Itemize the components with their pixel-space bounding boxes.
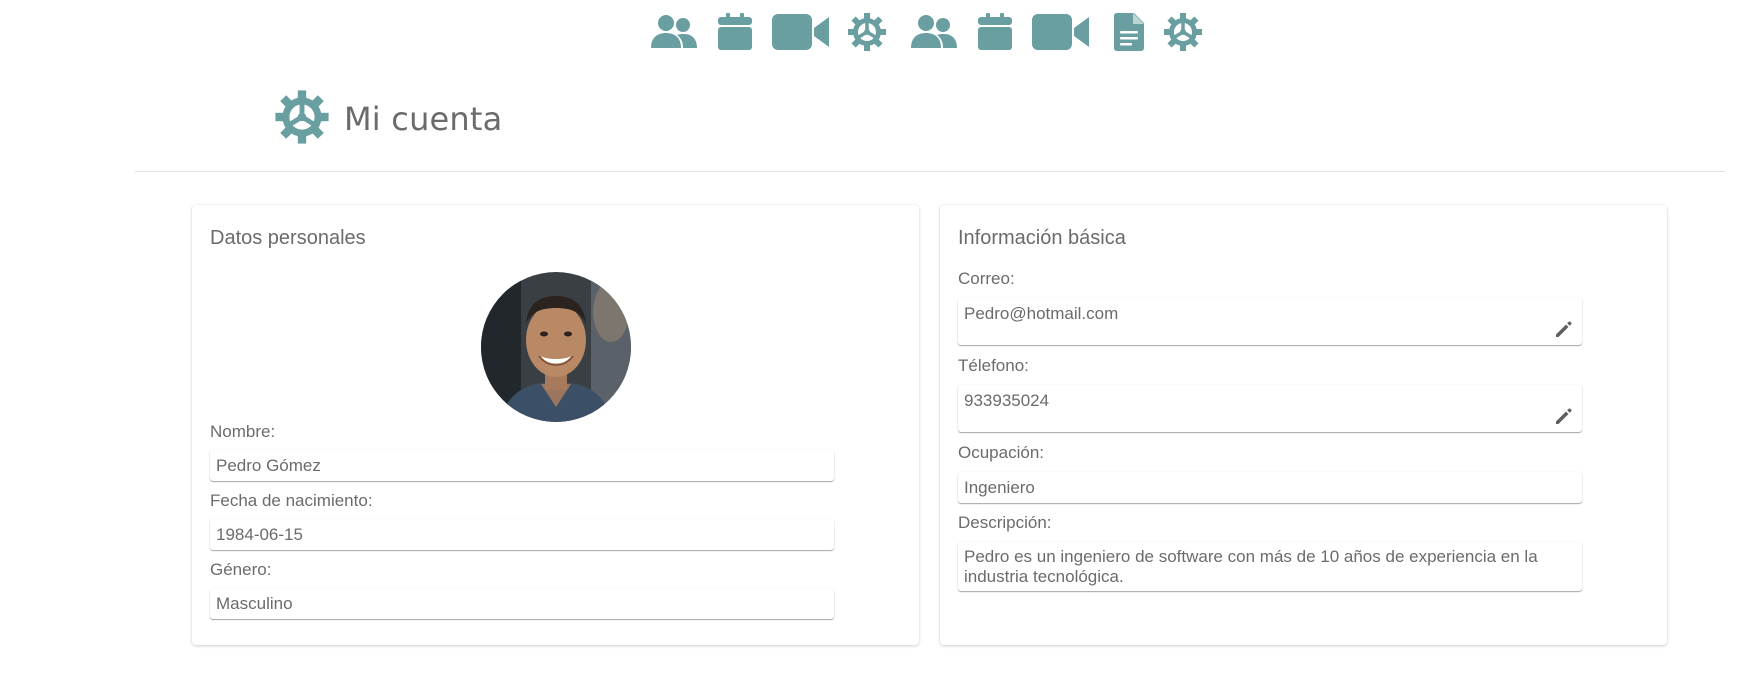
users-icon[interactable] <box>648 12 700 52</box>
basic-info-card: Información básica Correo: Pedro@hotmail… <box>940 205 1667 645</box>
description-value: Pedro es un ingeniero de software con má… <box>964 547 1538 586</box>
birthdate-label: Fecha de nacimiento: <box>210 491 373 510</box>
page-title: Mi cuenta <box>344 100 503 138</box>
top-nav <box>0 12 1764 52</box>
gender-value: Masculino <box>216 594 293 613</box>
gender-label: Género: <box>210 560 272 579</box>
gender-field[interactable]: Masculino <box>210 588 834 619</box>
birthdate-value: 1984-06-15 <box>216 525 303 544</box>
page-header: Mi cuenta <box>274 89 503 146</box>
gear-icon[interactable] <box>1162 12 1204 52</box>
birthdate-field[interactable]: 1984-06-15 <box>210 519 834 550</box>
phone-label: Télefono: <box>958 356 1029 375</box>
calendar-icon[interactable] <box>716 12 754 52</box>
name-value: Pedro Gómez <box>216 456 321 475</box>
email-label: Correo: <box>958 269 1015 288</box>
header-divider <box>135 171 1725 172</box>
email-field[interactable]: Pedro@hotmail.com <box>958 298 1582 345</box>
name-field[interactable]: Pedro Gómez <box>210 450 834 481</box>
avatar <box>481 272 631 422</box>
email-value: Pedro@hotmail.com <box>964 304 1119 323</box>
occupation-value: Ingeniero <box>964 478 1035 497</box>
occupation-field[interactable]: Ingeniero <box>958 472 1582 503</box>
personal-data-card: Datos personales Nombre: Pedro Gómez Fec… <box>192 205 919 645</box>
phone-value: 933935024 <box>964 391 1050 410</box>
name-label: Nombre: <box>210 422 276 441</box>
occupation-label: Ocupación: <box>958 443 1044 462</box>
pencil-icon[interactable] <box>1554 406 1574 426</box>
phone-field[interactable]: 933935024 <box>958 385 1582 432</box>
gear-icon[interactable] <box>846 12 888 52</box>
document-icon[interactable] <box>1112 12 1146 52</box>
description-field[interactable]: Pedro es un ingeniero de software con má… <box>958 542 1582 591</box>
calendar-icon[interactable] <box>976 12 1014 52</box>
video-icon[interactable] <box>1031 12 1091 52</box>
card-title: Datos personales <box>210 227 366 249</box>
gear-icon <box>274 89 330 150</box>
card-title: Información básica <box>958 227 1126 249</box>
description-label: Descripción: <box>958 513 1052 532</box>
pencil-icon[interactable] <box>1554 319 1574 339</box>
video-icon[interactable] <box>771 12 831 52</box>
users-icon[interactable] <box>908 12 960 52</box>
